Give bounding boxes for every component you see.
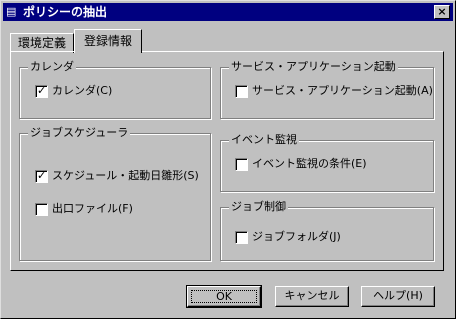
exit-file-checkbox-box[interactable] [35,202,48,216]
ok-button-label: OK [191,290,257,303]
tab-registration[interactable]: 登録情報 [74,29,142,53]
ok-button[interactable]: OK [186,285,262,308]
job-folder-checkbox-label: ジョブフォルダ(J) [252,230,341,243]
job-group-title: ジョブ制御 [229,200,288,214]
schedule-checkbox-label: スケジュール・起動日雛形(S) [52,169,199,182]
app-icon: ▤ [6,5,17,18]
tab-environment[interactable]: 環境定義 [10,33,74,53]
exit-file-checkbox-label: 出口ファイル(F) [52,202,133,215]
service-checkbox-label: サービス・アプリケーション起動(A) [252,84,433,97]
exit-file-checkbox[interactable]: 出口ファイル(F) [35,202,133,216]
event-checkbox[interactable]: イベント監視の条件(E) [235,157,367,171]
title-bar: ▤ ポリシーの抽出 × [3,3,453,21]
event-checkbox-box[interactable] [235,157,248,171]
cancel-button[interactable]: キャンセル [275,286,349,307]
calendar-checkbox-label: カレンダ(C) [52,84,113,97]
job-folder-checkbox-box[interactable] [235,230,248,244]
calendar-group-title: カレンダ [28,60,76,74]
service-checkbox[interactable]: サービス・アプリケーション起動(A) [235,84,433,98]
help-button[interactable]: ヘルプ(H) [361,286,435,307]
calendar-checkbox[interactable]: ✓ カレンダ(C) [35,84,112,98]
check-icon: ✓ [37,83,47,97]
schedule-checkbox[interactable]: ✓ スケジュール・起動日雛形(S) [35,169,199,183]
scheduler-group: ジョブスケジューラ [19,126,211,261]
event-group-title: イベント監視 [229,133,299,147]
close-button[interactable]: × [434,5,450,19]
event-checkbox-label: イベント監視の条件(E) [252,157,367,170]
schedule-checkbox-box[interactable]: ✓ [35,168,48,183]
window-title: ポリシーの抽出 [23,5,108,19]
scheduler-group-title: ジョブスケジューラ [28,126,131,140]
calendar-checkbox-box[interactable]: ✓ [35,83,48,98]
service-group-title: サービス・アプリケーション起動 [229,60,398,74]
job-folder-checkbox[interactable]: ジョブフォルダ(J) [235,230,341,244]
service-checkbox-box[interactable] [235,84,248,98]
check-icon: ✓ [37,168,47,182]
